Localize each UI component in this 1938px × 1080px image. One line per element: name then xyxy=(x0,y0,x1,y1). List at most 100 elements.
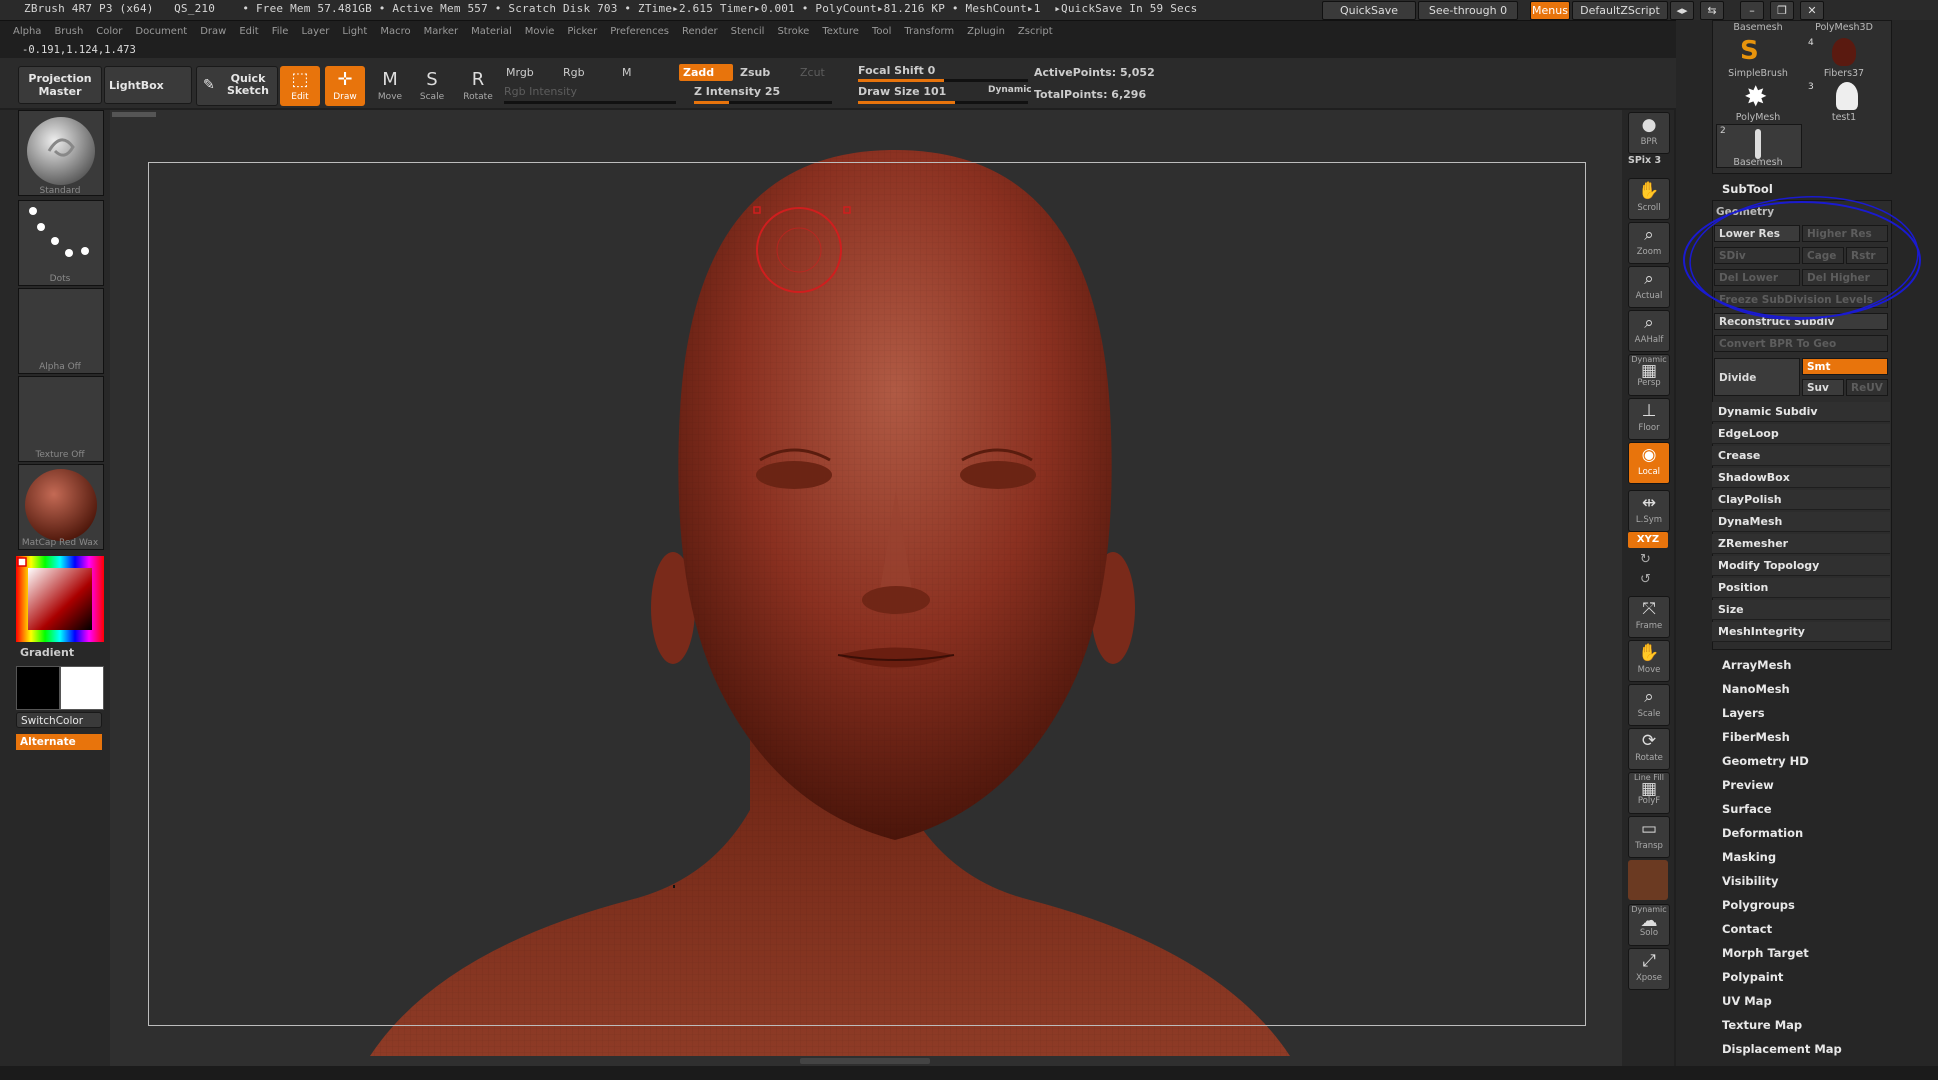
smt-toggle[interactable]: Smt xyxy=(1802,358,1888,375)
xyz-button[interactable]: XYZ xyxy=(1628,532,1668,548)
menu-item[interactable]: Brush xyxy=(54,22,83,42)
tool-subpalette-item[interactable]: Displacement Map xyxy=(1722,1042,1842,1056)
subtool-label[interactable]: Basemesh xyxy=(1716,22,1800,33)
layout-arrows-icon[interactable]: ◂▸ xyxy=(1670,1,1694,20)
color-picker[interactable] xyxy=(16,556,104,642)
spix-slider[interactable]: SPix 3 xyxy=(1628,155,1661,166)
scale-view-button[interactable]: ⌕ Scale xyxy=(1628,684,1670,726)
persp-button[interactable]: Dynamic ▦ Persp xyxy=(1628,354,1670,396)
move-view-button[interactable]: ✋ Move xyxy=(1628,640,1670,682)
menu-item[interactable]: Movie xyxy=(525,22,555,42)
restore-icon[interactable]: ❐ xyxy=(1770,1,1794,20)
geometry-subpalette-item[interactable]: ShadowBox xyxy=(1712,468,1890,488)
menu-item[interactable]: Transform xyxy=(904,22,954,42)
minimize-icon[interactable]: – xyxy=(1740,1,1764,20)
edit-mode-button[interactable]: ⬚ Edit xyxy=(280,66,320,106)
zsub-button[interactable]: Zsub xyxy=(740,66,770,79)
simplebrush-icon[interactable]: S xyxy=(1740,36,1759,66)
floor-button[interactable]: ⊥ Floor xyxy=(1628,398,1670,440)
quicksave-button[interactable]: QuickSave xyxy=(1322,1,1416,20)
tool-subpalette-item[interactable]: Masking xyxy=(1722,850,1776,864)
rgb-button[interactable]: Rgb xyxy=(563,66,585,79)
geometry-subpalette-item[interactable]: ZRemesher xyxy=(1712,534,1890,554)
menu-item[interactable]: Stroke xyxy=(777,22,809,42)
subtool-label[interactable]: PolyMesh xyxy=(1716,112,1800,123)
tool-subpalette-item[interactable]: Layers xyxy=(1722,706,1765,720)
menu-item[interactable]: Stencil xyxy=(731,22,765,42)
tool-subpalette-item[interactable]: NanoMesh xyxy=(1722,682,1790,696)
divide-button[interactable]: Divide xyxy=(1714,358,1800,396)
suv-toggle[interactable]: Suv xyxy=(1802,379,1844,396)
z-intensity-slider[interactable] xyxy=(694,101,832,104)
lsym-button[interactable]: ⇹ L.Sym xyxy=(1628,490,1670,532)
menu-item[interactable]: Picker xyxy=(567,22,597,42)
tool-subpalette-item[interactable]: UV Map xyxy=(1722,994,1772,1008)
tool-subpalette-item[interactable]: Visibility xyxy=(1722,874,1778,888)
tool-subpalette-item[interactable]: Polygroups xyxy=(1722,898,1795,912)
geometry-subpalette-item[interactable]: MeshIntegrity xyxy=(1712,622,1890,642)
zcut-button[interactable]: Zcut xyxy=(800,66,825,79)
tool-subpalette-item[interactable]: ArrayMesh xyxy=(1722,658,1791,672)
primary-color-swatch[interactable] xyxy=(16,666,60,710)
menu-item[interactable]: Zscript xyxy=(1018,22,1053,42)
aahalf-button[interactable]: ⌕ AAHalf xyxy=(1628,310,1670,352)
menu-item[interactable]: Preferences xyxy=(610,22,669,42)
palette-layout-icon[interactable]: ⇆ xyxy=(1700,1,1724,20)
mrgb-button[interactable]: Mrgb xyxy=(506,66,534,79)
move-mode-button[interactable]: M Move xyxy=(370,66,410,106)
rotate-y-icon[interactable]: ↻ xyxy=(1640,552,1651,567)
tool-subpalette-item[interactable]: Texture Map xyxy=(1722,1018,1802,1032)
bottom-tray-handle[interactable] xyxy=(800,1058,930,1064)
transp-button[interactable]: ▭ Transp xyxy=(1628,816,1670,858)
rotate-view-button[interactable]: ⟳ Rotate xyxy=(1628,728,1670,770)
tool-subpalette-item[interactable]: Polypaint xyxy=(1722,970,1783,984)
scroll-button[interactable]: ✋ Scroll xyxy=(1628,178,1670,220)
lightbox-button[interactable]: LightBox xyxy=(104,66,192,104)
test-mesh-icon[interactable] xyxy=(1836,82,1858,110)
rotate-mode-button[interactable]: R Rotate xyxy=(458,66,498,106)
solo-button[interactable]: Dynamic ☁ Solo xyxy=(1628,904,1670,946)
geometry-subpalette-item[interactable]: Modify Topology xyxy=(1712,556,1890,576)
close-icon[interactable]: ✕ xyxy=(1800,1,1824,20)
menu-item[interactable]: Zplugin xyxy=(967,22,1005,42)
menus-toggle[interactable]: Menus xyxy=(1530,1,1570,20)
tool-subpalette-item[interactable]: Morph Target xyxy=(1722,946,1809,960)
geometry-subpalette-item[interactable]: EdgeLoop xyxy=(1712,424,1890,444)
rgb-intensity-track[interactable] xyxy=(504,101,676,104)
menu-item[interactable]: Alpha xyxy=(13,22,41,42)
fibers-icon[interactable] xyxy=(1832,38,1856,66)
brush-thumbnail[interactable] xyxy=(18,110,104,196)
subtool-label[interactable]: SimpleBrush xyxy=(1716,68,1800,79)
menu-item[interactable]: File xyxy=(272,22,289,42)
frame-button[interactable]: ⤧ Frame xyxy=(1628,596,1670,638)
menu-item[interactable]: Edit xyxy=(239,22,258,42)
switchcolor-button[interactable]: SwitchColor xyxy=(16,712,102,728)
rgb-intensity-slider[interactable]: Rgb Intensity xyxy=(504,85,577,98)
alternate-button[interactable]: Alternate xyxy=(16,734,102,750)
focal-shift-slider[interactable] xyxy=(858,79,1028,82)
secondary-color-swatch[interactable] xyxy=(60,666,104,710)
tool-subpalette-item[interactable]: FiberMesh xyxy=(1722,730,1790,744)
projection-master-button[interactable]: Projection Master xyxy=(18,66,102,104)
tool-subpalette-item[interactable]: Contact xyxy=(1722,922,1772,936)
reuv-button[interactable]: ReUV xyxy=(1846,379,1888,396)
geometry-subpalette-item[interactable]: DynaMesh xyxy=(1712,512,1890,532)
geometry-subpalette-item[interactable]: Dynamic Subdiv xyxy=(1712,402,1890,422)
zoom-button[interactable]: ⌕ Zoom xyxy=(1628,222,1670,264)
menu-item[interactable]: Render xyxy=(682,22,718,42)
quick-sketch-button[interactable]: ✎ Quick Sketch xyxy=(196,66,278,106)
tool-subpalette-item[interactable]: Preview xyxy=(1722,778,1774,792)
xpose-button[interactable]: ⤢ Xpose xyxy=(1628,948,1670,990)
scale-mode-button[interactable]: S Scale xyxy=(412,66,452,106)
actual-button[interactable]: ⌕ Actual xyxy=(1628,266,1670,308)
ghost-button[interactable] xyxy=(1628,860,1668,900)
menu-item[interactable]: Draw xyxy=(200,22,226,42)
dynamic-size-toggle[interactable]: Dynamic xyxy=(988,85,1032,95)
geometry-subpalette-item[interactable]: ClayPolish xyxy=(1712,490,1890,510)
default-zscript-button[interactable]: DefaultZScript xyxy=(1572,1,1668,20)
subtool-label[interactable]: test1 xyxy=(1802,112,1886,123)
geometry-subpalette-item[interactable]: Size xyxy=(1712,600,1890,620)
subtool-label[interactable]: PolyMesh3D xyxy=(1802,22,1886,33)
menu-item[interactable]: Texture xyxy=(822,22,859,42)
tool-subpalette-item[interactable]: Geometry HD xyxy=(1722,754,1809,768)
